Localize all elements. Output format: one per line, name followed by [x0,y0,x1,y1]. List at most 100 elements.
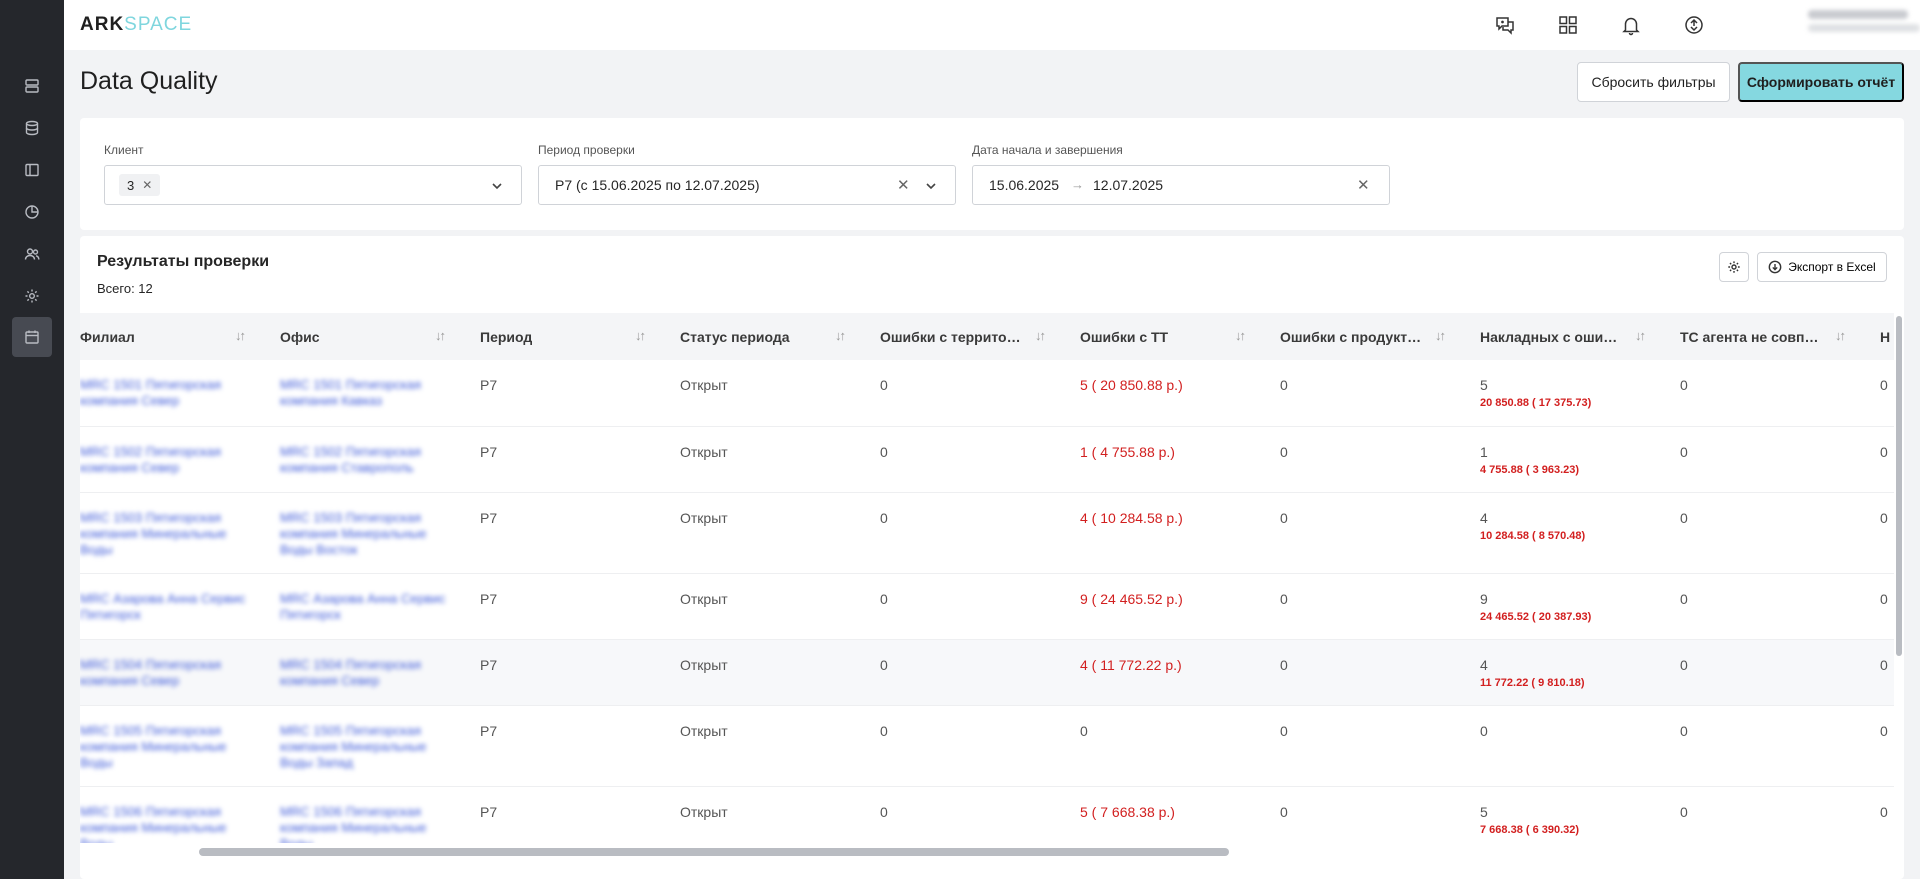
date-end-input[interactable]: 12.07.2025 [1093,177,1163,193]
table-cell: MRC 1502 Пятигорская компания Ставрополь [266,426,466,493]
table-row[interactable]: MRC 1504 Пятигорская компания Север MRC 1… [80,639,1894,706]
vertical-scrollbar[interactable] [1896,316,1902,656]
table-row[interactable]: MRC 1502 Пятигорская компания Север MRC 1… [80,426,1894,493]
table-cell: 0 [1866,639,1894,706]
column-header[interactable]: Филиал ↓↑ [80,313,266,360]
column-header-label: Филиал [80,328,135,345]
table-row[interactable]: MRC 1501 Пятигорская компания Север MRC 1… [80,360,1894,427]
chat-help-icon[interactable] [1492,12,1518,38]
user-profile[interactable] [1808,10,1920,40]
table-cell: MRC 1502 Пятигорская компания Север [80,426,266,493]
branch-link[interactable]: MRC 1502 Пятигорская компания Север [80,444,252,476]
column-header[interactable]: ТС агента не совпадает ↓↑ [1666,313,1866,360]
table-row[interactable]: MRC 1506 Пятигорская компания Минеральны… [80,786,1894,843]
product-errors-cell: 0 [1280,803,1288,820]
sort-icon[interactable]: ↓↑ [1235,328,1246,343]
chevron-down-icon[interactable] [489,178,505,194]
table-cell: 0 [1866,426,1894,493]
sidebar-item-calendar[interactable] [12,317,52,357]
sort-icon[interactable]: ↓↑ [1435,328,1446,343]
apps-grid-icon[interactable] [1555,12,1581,38]
office-link[interactable]: MRC 1501 Пятигорская компания Кавказ [280,377,452,409]
sidebar-item-users[interactable] [12,234,52,274]
table-row[interactable]: MRC Азарова Анна Сервис Пятигорск MRC Аза… [80,573,1894,640]
chevron-down-icon[interactable] [923,178,939,194]
date-range-picker[interactable]: 15.06.2025 → 12.07.2025 ✕ [972,165,1390,205]
table-cell: 0 [1266,786,1466,843]
invoice-errors-amount: 11 772.22 ( 9 810.18) [1480,676,1585,689]
branch-link[interactable]: MRC 1505 Пятигорская компания Минеральны… [80,723,252,771]
sort-icon[interactable]: ↓↑ [835,328,846,343]
invoice-errors-count: 0 [1480,722,1488,739]
column-header[interactable]: Период ↓↑ [466,313,666,360]
office-link[interactable]: MRC Азарова Анна Сервис Пятигорск [280,591,452,623]
table-cell: 0 [1666,360,1866,427]
table-cell: MRC 1505 Пятигорская компания Минеральны… [266,705,466,787]
sync-icon[interactable] [1681,12,1707,38]
brand-logo[interactable]: ARKSPACE [80,14,192,36]
column-header[interactable]: Ошибки с ТТ ↓↑ [1066,313,1266,360]
invoice-errors-count: 9 [1480,590,1488,607]
sort-icon[interactable]: ↓↑ [435,328,446,343]
column-header[interactable]: Ошибки с продуктами ↓↑ [1266,313,1466,360]
column-header[interactable]: Накладных с ошибками ↓↑ [1466,313,1666,360]
sort-icon[interactable]: ↓↑ [235,328,246,343]
office-link[interactable]: MRC 1502 Пятигорская компания Ставрополь [280,444,452,476]
table-row[interactable]: MRC 1503 Пятигорская компания Минеральны… [80,492,1894,574]
branch-link[interactable]: MRC 1506 Пятигорская компания Минеральны… [80,804,252,844]
clear-icon[interactable]: ✕ [897,176,910,194]
branch-link[interactable]: MRC 1504 Пятигорская компания Север [80,657,252,689]
table-cell: 0 [1666,639,1866,706]
table-settings-button[interactable] [1719,252,1749,282]
period-cell: P7 [480,443,498,460]
column-header[interactable]: Ошибки с территориями ↓↑ [866,313,1066,360]
column-header[interactable]: Н [1866,313,1894,360]
branch-link[interactable]: MRC 1501 Пятигорская компания Север [80,377,252,409]
table-row[interactable]: MRC 1505 Пятигорская компания Минеральны… [80,705,1894,787]
horizontal-scrollbar[interactable] [199,848,1229,856]
period-select[interactable]: P7 (с 15.06.2025 по 12.07.2025) ✕ [538,165,956,205]
page-title: Data Quality [80,67,218,95]
sidebar-item-reports[interactable] [12,192,52,232]
sidebar-item-servers[interactable] [12,66,52,106]
bell-icon[interactable] [1618,12,1644,38]
territory-errors-cell: 0 [880,590,888,607]
territory-errors-cell: 0 [880,803,888,820]
office-link[interactable]: MRC 1505 Пятигорская компания Минеральны… [280,723,452,771]
generate-report-button[interactable]: Сформировать отчёт [1738,62,1904,102]
branch-link[interactable]: MRC Азарова Анна Сервис Пятигорск [80,591,252,623]
date-start-input[interactable]: 15.06.2025 [989,177,1059,193]
table-cell: MRC 1503 Пятигорская компания Минеральны… [80,492,266,574]
office-link[interactable]: MRC 1506 Пятигорская компания Минеральны… [280,804,452,844]
sort-icon[interactable]: ↓↑ [1035,328,1046,343]
table-cell: MRC 1505 Пятигорская компания Минеральны… [80,705,266,787]
branch-link[interactable]: MRC 1503 Пятигорская компания Минеральны… [80,510,252,558]
sort-icon[interactable]: ↓↑ [1835,328,1846,343]
office-link[interactable]: MRC 1504 Пятигорская компания Север [280,657,452,689]
sidebar-item-database[interactable] [12,108,52,148]
column-header[interactable]: Офис ↓↑ [266,313,466,360]
office-link[interactable]: MRC 1503 Пятигорская компания Минеральны… [280,510,452,558]
clear-icon[interactable]: ✕ [1357,176,1370,194]
tag-close-icon[interactable]: ✕ [142,178,152,192]
reset-filters-button[interactable]: Сбросить фильтры [1577,62,1730,102]
column-header-label: Ошибки с продуктами [1280,328,1434,345]
sort-icon[interactable]: ↓↑ [635,328,646,343]
sidebar-item-settings[interactable] [12,276,52,316]
sidebar-item-panels[interactable] [12,150,52,190]
territory-errors-cell: 0 [880,722,888,739]
sort-icon[interactable]: ↓↑ [1635,328,1646,343]
next-column-cell: 0 [1880,377,1888,393]
user-name-blurred [1808,10,1908,19]
client-select[interactable]: 3 ✕ [104,165,522,205]
next-column-cell: 0 [1880,656,1888,673]
table-cell: 0 [1866,492,1894,574]
product-errors-cell: 0 [1280,722,1288,739]
table-cell: 5 7 668.38 ( 6 390.32) [1466,786,1666,843]
period-cell: P7 [480,803,498,820]
column-header[interactable]: Статус периода ↓↑ [666,313,866,360]
table-cell: 0 [1466,705,1666,787]
product-errors-cell: 0 [1280,509,1288,526]
export-excel-button[interactable]: Экспорт в Excel [1757,252,1887,282]
table-cell: Открыт [666,639,866,706]
